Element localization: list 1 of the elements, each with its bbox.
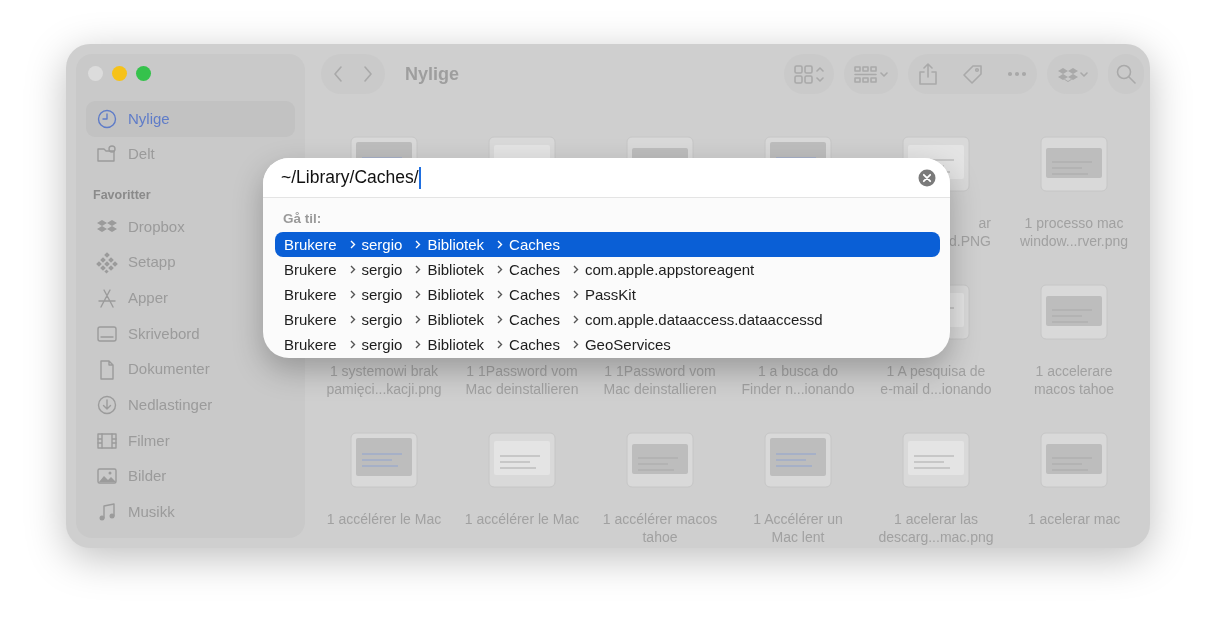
- section-heading: Gå til:: [282, 210, 323, 228]
